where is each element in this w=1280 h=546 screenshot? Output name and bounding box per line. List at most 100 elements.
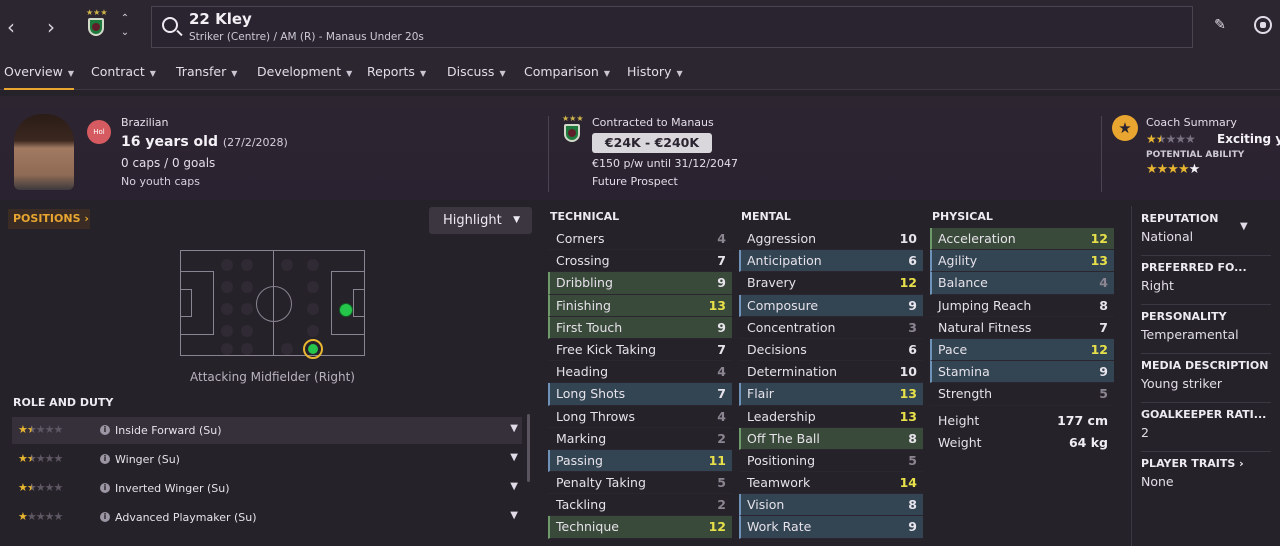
tab-transfer[interactable]: Transfer ▼ <box>176 56 237 90</box>
tab-overview[interactable]: Overview ▼ <box>4 56 75 90</box>
football-icon[interactable] <box>1254 16 1272 34</box>
tab-reports[interactable]: Reports ▼ <box>367 56 426 90</box>
attribute-row-crossing[interactable]: Crossing 7 <box>548 250 732 273</box>
physical-heading: PHYSICAL <box>932 210 993 223</box>
info-icon[interactable]: i <box>100 454 110 464</box>
tab-comparison[interactable]: Comparison ▼ <box>524 56 610 90</box>
attribute-value: 9 <box>717 275 726 291</box>
roles-scrollbar[interactable] <box>527 414 530 482</box>
attribute-row-penalty-taking[interactable]: Penalty Taking 5 <box>548 472 732 495</box>
chevron-down-icon: ▼ <box>499 69 506 78</box>
attribute-row-teamwork[interactable]: Teamwork 14 <box>739 472 923 495</box>
club-crest-icon[interactable]: ★★★ <box>86 8 108 38</box>
role-row[interactable]: ★★★★★ i Advanced Playmaker (Su) ▼ <box>12 504 522 531</box>
tab-history[interactable]: History ▼ <box>627 56 683 90</box>
attribute-name: Work Rate <box>747 519 812 535</box>
chevron-down-icon[interactable]: ▼ <box>510 510 518 521</box>
attribute-value: 4 <box>717 231 726 246</box>
attribute-row-positioning[interactable]: Positioning 5 <box>739 450 923 473</box>
positions-link[interactable]: POSITIONS › <box>8 209 90 229</box>
attribute-name: Crossing <box>556 253 610 269</box>
attribute-name: Dribbling <box>556 275 613 291</box>
tab-development[interactable]: Development ▼ <box>257 56 352 90</box>
tab-label: Overview <box>4 64 63 79</box>
attribute-row-agility[interactable]: Agility 13 <box>930 250 1114 273</box>
side-item-player-traits[interactable]: PLAYER TRAITS › None <box>1141 457 1271 497</box>
role-row[interactable]: ★★★★★ i Inside Forward (Su) ▼ <box>12 417 522 444</box>
info-icon[interactable]: i <box>100 512 110 522</box>
attribute-row-determination[interactable]: Determination 10 <box>739 361 923 384</box>
attribute-name: Heading <box>556 364 609 380</box>
attribute-row-decisions[interactable]: Decisions 6 <box>739 339 923 362</box>
position-pitch[interactable] <box>180 250 365 359</box>
attribute-row-long-shots[interactable]: Long Shots 7 <box>548 383 732 406</box>
date-of-birth: (27/2/2028) <box>222 136 288 149</box>
chevron-down-icon[interactable]: ▼ <box>510 452 518 463</box>
attribute-row-strength[interactable]: Strength 5 <box>930 383 1114 406</box>
attribute-value: 5 <box>1099 386 1108 402</box>
chevron-down-icon[interactable]: ▼ <box>1240 221 1248 232</box>
attribute-row-leadership[interactable]: Leadership 13 <box>739 406 923 428</box>
info-icon[interactable]: i <box>100 425 110 435</box>
attribute-name: Free Kick Taking <box>556 341 657 357</box>
tab-contract[interactable]: Contract ▼ <box>91 56 156 90</box>
attribute-row-corners[interactable]: Corners 4 <box>548 228 732 251</box>
edit-pencil-icon[interactable]: ✎ <box>1212 17 1228 33</box>
back-button[interactable]: ‹ <box>0 14 22 40</box>
attribute-value: 13 <box>899 408 917 424</box>
club-crest-icon: ★★★ <box>562 114 584 144</box>
attribute-row-composure[interactable]: Composure 9 <box>739 294 923 317</box>
attribute-row-off-the-ball[interactable]: Off The Ball 8 <box>739 427 923 450</box>
attribute-row-first-touch[interactable]: First Touch 9 <box>548 316 732 339</box>
attribute-row-finishing[interactable]: Finishing 13 <box>548 294 732 317</box>
highlight-dropdown[interactable]: Highlight ▼ <box>429 207 532 234</box>
role-rating-stars: ★★★★★ <box>18 481 63 494</box>
side-item-value: Temperamental <box>1141 327 1239 342</box>
search-icon[interactable] <box>162 17 178 33</box>
attribute-value: 7 <box>717 253 726 269</box>
attribute-row-aggression[interactable]: Aggression 10 <box>739 228 923 251</box>
attribute-row-heading[interactable]: Heading 4 <box>548 361 732 384</box>
player-search-box[interactable]: 22 Kley Striker (Centre) / AM (R) - Mana… <box>151 6 1193 48</box>
attribute-name: Acceleration <box>938 231 1016 246</box>
attribute-row-long-throws[interactable]: Long Throws 4 <box>548 406 732 428</box>
attribute-row-natural-fitness[interactable]: Natural Fitness 7 <box>930 317 1114 339</box>
attribute-row-dribbling[interactable]: Dribbling 9 <box>548 272 732 295</box>
attribute-row-vision[interactable]: Vision 8 <box>739 494 923 517</box>
status-badge[interactable]: Hol <box>87 120 111 144</box>
attribute-row-flair[interactable]: Flair 13 <box>739 383 923 406</box>
potential-ability-label: POTENTIAL ABILITY <box>1146 150 1245 160</box>
role-row[interactable]: ★★★★★ i Inverted Winger (Su) ▼ <box>12 475 522 502</box>
attribute-row-passing[interactable]: Passing 11 <box>548 449 732 473</box>
attribute-row-jumping-reach[interactable]: Jumping Reach 8 <box>930 295 1114 317</box>
nationality[interactable]: Brazilian <box>121 116 168 129</box>
side-item-title: GOALKEEPER RATI... <box>1141 408 1267 421</box>
role-name: Winger (Su) <box>115 453 180 466</box>
attribute-row-stamina[interactable]: Stamina 9 <box>930 361 1114 384</box>
role-rating-stars: ★★★★★ <box>18 452 63 465</box>
attribute-row-anticipation[interactable]: Anticipation 6 <box>739 250 923 273</box>
chevron-down-icon[interactable]: ▼ <box>510 481 518 492</box>
info-icon[interactable]: i <box>100 483 110 493</box>
attribute-name: Tackling <box>556 497 607 513</box>
side-item-media-description: MEDIA DESCRIPTION Young striker <box>1141 359 1271 403</box>
attribute-row-balance[interactable]: Balance 4 <box>930 272 1114 295</box>
attribute-row-bravery[interactable]: Bravery 12 <box>739 272 923 295</box>
attribute-row-work-rate[interactable]: Work Rate 9 <box>739 516 923 539</box>
transfer-value-badge[interactable]: €24K - €240K <box>592 133 712 153</box>
player-avatar <box>14 114 74 190</box>
attribute-row-acceleration[interactable]: Acceleration 12 <box>930 228 1114 251</box>
attribute-row-concentration[interactable]: Concentration 3 <box>739 317 923 339</box>
forward-button[interactable]: › <box>40 14 62 40</box>
attribute-row-free-kick-taking[interactable]: Free Kick Taking 7 <box>548 339 732 362</box>
tab-discuss[interactable]: Discuss ▼ <box>447 56 506 90</box>
player-switch-icon[interactable]: ⌃ ⌄ <box>118 12 132 40</box>
role-row[interactable]: ★★★★★ i Winger (Su) ▼ <box>12 446 522 473</box>
chevron-down-icon: ▼ <box>513 215 520 225</box>
attribute-row-pace[interactable]: Pace 12 <box>930 338 1114 362</box>
attribute-row-technique[interactable]: Technique 12 <box>548 516 732 539</box>
attribute-value: 12 <box>708 519 726 535</box>
chevron-down-icon[interactable]: ▼ <box>510 423 518 434</box>
attribute-row-tackling[interactable]: Tackling 2 <box>548 494 732 517</box>
attribute-row-marking[interactable]: Marking 2 <box>548 428 732 450</box>
